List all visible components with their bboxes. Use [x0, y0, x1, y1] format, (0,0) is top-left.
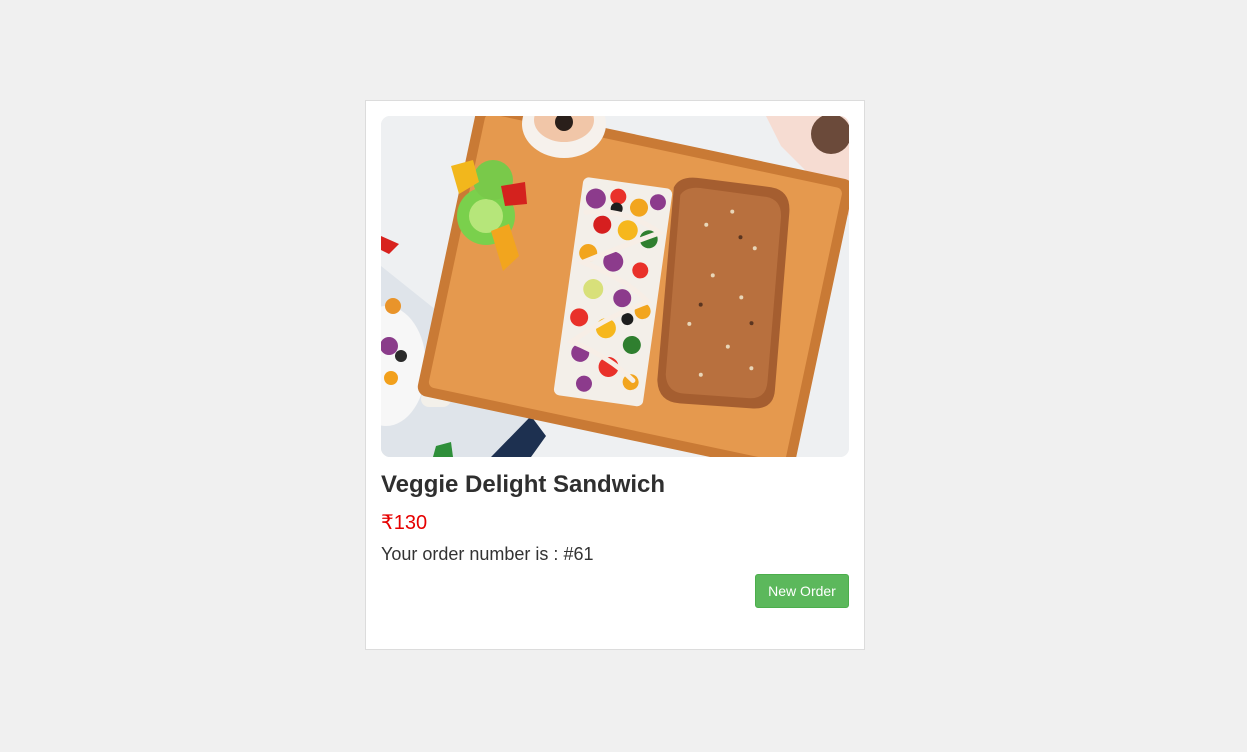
product-card: Veggie Delight Sandwich ₹130 Your order … [365, 100, 865, 650]
product-price: ₹130 [381, 512, 428, 534]
order-number-line: Your order number is : #61 [381, 544, 593, 565]
order-number-value: #61 [563, 544, 594, 564]
new-order-button[interactable]: New Order [755, 574, 849, 608]
product-name: Veggie Delight Sandwich [381, 471, 666, 498]
sandwich-photo [381, 116, 849, 457]
order-number-label: Your order number is : [381, 544, 564, 564]
